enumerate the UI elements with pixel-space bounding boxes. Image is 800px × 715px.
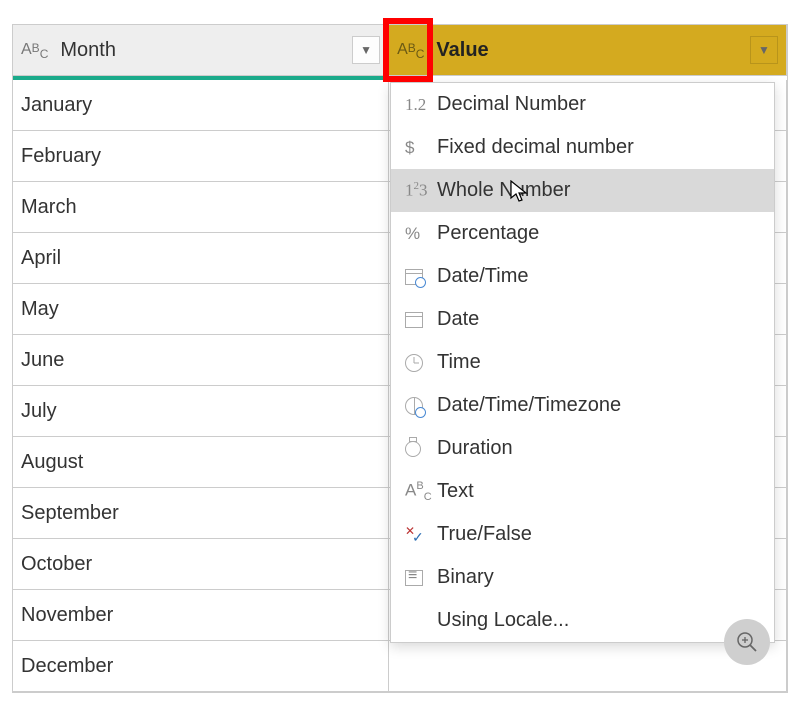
- type-menu-label: Fixed decimal number: [437, 136, 634, 159]
- column-label-month: Month: [60, 39, 352, 62]
- cell-month[interactable]: October: [13, 539, 389, 589]
- type-menu-label: Whole Number: [437, 179, 570, 202]
- type-menu-item[interactable]: Date/Time: [391, 255, 774, 298]
- date-icon: [405, 312, 437, 328]
- data-type-menu: 1.2Decimal Number$Fixed decimal number12…: [390, 82, 775, 643]
- type-menu-item[interactable]: ABCText: [391, 470, 774, 513]
- binary-icon: [405, 570, 437, 586]
- cell-month[interactable]: July: [13, 386, 389, 436]
- text-icon: ABC: [405, 480, 437, 503]
- cell-month[interactable]: August: [13, 437, 389, 487]
- type-menu-item[interactable]: Date: [391, 298, 774, 341]
- cell-month[interactable]: April: [13, 233, 389, 283]
- type-menu-label: Using Locale...: [437, 609, 569, 632]
- magnify-plus-icon: [736, 631, 758, 653]
- type-menu-label: Date/Time/Timezone: [437, 394, 621, 417]
- type-menu-item[interactable]: Using Locale...: [391, 599, 774, 642]
- type-menu-label: True/False: [437, 523, 532, 546]
- cell-month[interactable]: May: [13, 284, 389, 334]
- column-header-value[interactable]: ABC Value ▼: [389, 25, 787, 75]
- time-icon: [405, 354, 437, 372]
- type-menu-label: Date/Time: [437, 265, 529, 288]
- cell-month[interactable]: November: [13, 590, 389, 640]
- type-menu-item[interactable]: Binary: [391, 556, 774, 599]
- column-filter-month[interactable]: ▼: [352, 36, 380, 64]
- type-menu-label: Percentage: [437, 222, 539, 245]
- table-row[interactable]: December: [13, 641, 787, 692]
- zoom-button[interactable]: [724, 619, 770, 665]
- type-menu-item[interactable]: %Percentage: [391, 212, 774, 255]
- type-menu-item[interactable]: 123Whole Number: [391, 169, 774, 212]
- type-menu-label: Duration: [437, 437, 513, 460]
- column-filter-value[interactable]: ▼: [750, 36, 778, 64]
- text-type-icon[interactable]: ABC: [397, 41, 424, 59]
- cell-month[interactable]: January: [13, 80, 389, 130]
- type-menu-label: Time: [437, 351, 481, 374]
- bool-icon: [405, 526, 437, 544]
- dtz-icon: [405, 397, 437, 415]
- cell-month[interactable]: June: [13, 335, 389, 385]
- type-menu-item[interactable]: Duration: [391, 427, 774, 470]
- cell-month[interactable]: February: [13, 131, 389, 181]
- type-menu-item[interactable]: 1.2Decimal Number: [391, 83, 774, 126]
- datetime-icon: [405, 269, 437, 285]
- decimal-icon: 1.2: [405, 95, 437, 115]
- percent-icon: %: [405, 224, 437, 244]
- column-label-value: Value: [436, 39, 750, 62]
- cell-month[interactable]: September: [13, 488, 389, 538]
- header-row: ABC Month ▼ ABC Value ▼: [13, 25, 787, 76]
- type-menu-item[interactable]: Date/Time/Timezone: [391, 384, 774, 427]
- cell-month[interactable]: March: [13, 182, 389, 232]
- duration-icon: [405, 441, 437, 457]
- type-menu-item[interactable]: $Fixed decimal number: [391, 126, 774, 169]
- type-menu-label: Text: [437, 480, 474, 503]
- type-menu-item[interactable]: True/False: [391, 513, 774, 556]
- whole-icon: 123: [405, 180, 437, 201]
- type-menu-label: Date: [437, 308, 479, 331]
- type-menu-item[interactable]: Time: [391, 341, 774, 384]
- text-type-icon[interactable]: ABC: [21, 41, 48, 59]
- currency-icon: $: [405, 138, 437, 158]
- type-menu-label: Decimal Number: [437, 93, 586, 116]
- cell-month[interactable]: December: [13, 641, 389, 691]
- type-menu-label: Binary: [437, 566, 494, 589]
- column-header-month[interactable]: ABC Month ▼: [13, 25, 389, 75]
